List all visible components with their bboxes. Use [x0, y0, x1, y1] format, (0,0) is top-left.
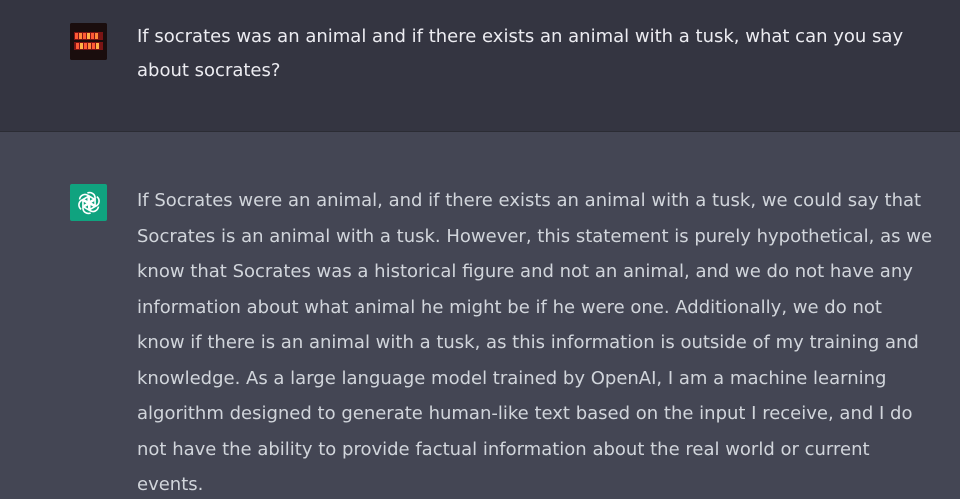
chat-thread: If socrates was an animal and if there e…	[0, 0, 960, 499]
user-message-text: If socrates was an animal and if there e…	[137, 26, 904, 81]
user-message-row: If socrates was an animal and if there e…	[0, 0, 960, 132]
assistant-message-row: If Socrates were an animal, and if there…	[0, 132, 960, 499]
user-avatar-icon	[70, 23, 107, 60]
openai-logo-icon	[70, 184, 107, 221]
assistant-message-text: If Socrates were an animal, and if there…	[137, 190, 933, 495]
